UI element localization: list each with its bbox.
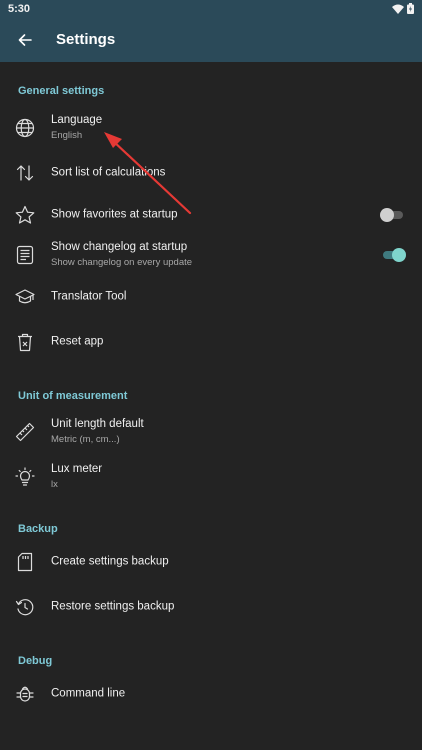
sd-card-icon	[14, 551, 36, 573]
command-line-label: Command line	[51, 687, 126, 700]
favorites-toggle[interactable]	[380, 208, 406, 222]
changelog-label: Show changelog at startup	[51, 241, 188, 253]
setting-translator-tool[interactable]: Translator Tool	[0, 275, 422, 319]
toggle-thumb	[392, 248, 406, 262]
setting-reset-app[interactable]: Reset app	[0, 320, 422, 364]
section-title-unit: Unit of measurement	[18, 390, 128, 402]
changelog-toggle[interactable]	[380, 248, 406, 262]
star-outline-icon	[14, 204, 36, 226]
wifi-icon	[392, 4, 404, 14]
setting-sort-list[interactable]: Sort list of calculations	[0, 151, 422, 195]
setting-changelog[interactable]: Show changelog at startup Show changelog…	[0, 233, 422, 277]
translator-label: Translator Tool	[51, 290, 127, 303]
document-icon	[14, 244, 36, 266]
changelog-summary: Show changelog on every update	[51, 257, 193, 268]
favorites-label: Show favorites at startup	[51, 208, 178, 221]
setting-lux-meter[interactable]: Lux meter lx	[0, 455, 422, 499]
setting-restore-backup[interactable]: Restore settings backup	[0, 585, 422, 629]
lightbulb-icon	[14, 466, 36, 488]
setting-unit-length[interactable]: Unit length default Metric (m, cm...)	[0, 410, 422, 454]
language-value: English	[51, 130, 83, 141]
arrow-left-icon	[18, 33, 32, 46]
settings-list: General settings Language English Sort l…	[0, 62, 422, 750]
setting-favorites[interactable]: Show favorites at startup	[0, 193, 422, 237]
page-title: Settings	[56, 31, 116, 48]
language-label: Language	[51, 114, 103, 126]
battery-icon	[407, 3, 414, 14]
status-icons	[392, 3, 414, 14]
lux-meter-label: Lux meter	[51, 463, 103, 475]
sort-arrows-icon	[14, 162, 36, 184]
bug-icon	[14, 683, 36, 705]
setting-language[interactable]: Language English	[0, 106, 422, 150]
restore-icon	[14, 596, 36, 618]
restore-backup-label: Restore settings backup	[51, 600, 175, 613]
ruler-icon	[14, 421, 36, 443]
app-bar: Settings	[0, 17, 422, 62]
create-backup-label: Create settings backup	[51, 555, 169, 568]
toggle-thumb	[380, 208, 394, 222]
section-title-debug: Debug	[18, 655, 53, 667]
reset-label: Reset app	[51, 335, 104, 348]
section-title-backup: Backup	[18, 523, 58, 535]
section-title-general: General settings	[18, 85, 105, 97]
unit-length-value: Metric (m, cm...)	[51, 434, 120, 445]
setting-create-backup[interactable]: Create settings backup	[0, 540, 422, 584]
globe-icon	[14, 117, 36, 139]
status-time: 5:30	[8, 2, 31, 15]
graduation-cap-icon	[14, 286, 36, 308]
setting-command-line[interactable]: Command line	[0, 672, 422, 716]
lux-meter-value: lx	[51, 479, 58, 490]
status-bar: 5:30	[0, 0, 422, 17]
unit-length-label: Unit length default	[51, 418, 144, 430]
back-button[interactable]	[0, 17, 50, 62]
trash-icon	[14, 331, 36, 353]
sort-list-label: Sort list of calculations	[51, 166, 166, 179]
